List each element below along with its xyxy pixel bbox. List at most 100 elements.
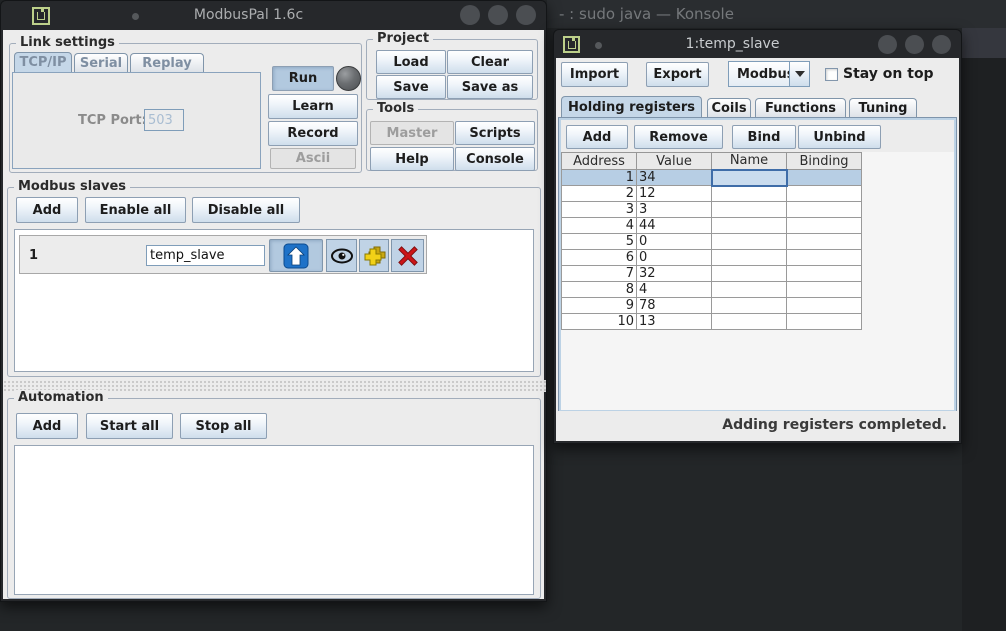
cell-binding[interactable]: [787, 170, 862, 186]
window-icon[interactable]: [32, 7, 50, 25]
cell-name[interactable]: [712, 282, 787, 298]
cell-address[interactable]: 10: [562, 314, 637, 330]
start-all-button[interactable]: Start all: [86, 413, 173, 439]
cell-value[interactable]: 3: [637, 202, 712, 218]
bind-button[interactable]: Bind: [732, 125, 796, 149]
stop-all-button[interactable]: Stop all: [180, 413, 267, 439]
cell-name[interactable]: [712, 234, 787, 250]
cell-binding[interactable]: [787, 186, 862, 202]
cell-address[interactable]: 9: [562, 298, 637, 314]
slave-name-input[interactable]: [146, 245, 265, 266]
table-row[interactable]: 444: [562, 218, 862, 234]
tab-tuning[interactable]: Tuning: [849, 98, 917, 117]
tab-tcpip[interactable]: TCP/IP: [14, 52, 72, 72]
tcp-port-input[interactable]: [144, 109, 184, 131]
konsole-titlebar[interactable]: - : sudo java — Konsole: [547, 0, 1006, 28]
register-remove-button[interactable]: Remove: [634, 125, 723, 149]
unbind-button[interactable]: Unbind: [798, 125, 881, 149]
duplicate-slave-button[interactable]: [359, 239, 389, 272]
cell-binding[interactable]: [787, 218, 862, 234]
delete-slave-button[interactable]: [391, 239, 424, 272]
cell-value[interactable]: 0: [637, 250, 712, 266]
cell-value[interactable]: 13: [637, 314, 712, 330]
console-button[interactable]: Console: [455, 147, 535, 171]
cell-value[interactable]: 44: [637, 218, 712, 234]
cell-binding[interactable]: [787, 202, 862, 218]
maximize-button[interactable]: [905, 35, 924, 54]
cell-address[interactable]: 6: [562, 250, 637, 266]
window-icon[interactable]: [563, 36, 580, 53]
slave-add-button[interactable]: Add: [16, 197, 78, 223]
table-row[interactable]: 60: [562, 250, 862, 266]
import-button[interactable]: Import: [561, 62, 628, 87]
export-button[interactable]: Export: [646, 62, 709, 87]
close-button[interactable]: [516, 5, 536, 25]
record-button[interactable]: Record: [268, 121, 358, 146]
cell-value[interactable]: 78: [637, 298, 712, 314]
slave-titlebar[interactable]: 1:temp_slave: [554, 30, 961, 58]
disable-all-button[interactable]: Disable all: [192, 197, 300, 223]
learn-button[interactable]: Learn: [268, 94, 358, 119]
run-button[interactable]: Run: [272, 66, 334, 91]
col-name[interactable]: Name: [712, 153, 787, 170]
table-row[interactable]: 732: [562, 266, 862, 282]
tab-replay[interactable]: Replay: [130, 53, 204, 72]
help-button[interactable]: Help: [370, 147, 454, 171]
enable-all-button[interactable]: Enable all: [85, 197, 186, 223]
register-add-button[interactable]: Add: [566, 125, 628, 149]
cell-name[interactable]: [712, 266, 787, 282]
table-row[interactable]: 33: [562, 202, 862, 218]
scripts-button[interactable]: Scripts: [455, 121, 535, 145]
stay-visible-button[interactable]: [326, 239, 357, 272]
cell-address[interactable]: 3: [562, 202, 637, 218]
tab-holding-registers[interactable]: Holding registers: [561, 96, 702, 117]
save-button[interactable]: Save: [376, 75, 446, 99]
maximize-button[interactable]: [488, 5, 508, 25]
cell-address[interactable]: 2: [562, 186, 637, 202]
cell-address[interactable]: 4: [562, 218, 637, 234]
cell-binding[interactable]: [787, 266, 862, 282]
cell-address[interactable]: 5: [562, 234, 637, 250]
tab-functions[interactable]: Functions: [755, 98, 846, 117]
cell-value[interactable]: 32: [637, 266, 712, 282]
clear-button[interactable]: Clear: [447, 50, 533, 74]
cell-address[interactable]: 7: [562, 266, 637, 282]
table-row[interactable]: 212: [562, 186, 862, 202]
tab-serial[interactable]: Serial: [74, 53, 128, 72]
cell-binding[interactable]: [787, 234, 862, 250]
minimize-button[interactable]: [878, 35, 897, 54]
cell-address[interactable]: 1: [562, 170, 637, 186]
cell-name[interactable]: [712, 186, 787, 202]
stay-on-top-checkbox[interactable]: [825, 68, 838, 81]
col-address[interactable]: Address: [562, 153, 637, 170]
mode-combobox[interactable]: Modbus: [728, 61, 810, 87]
cell-name[interactable]: [712, 250, 787, 266]
slave-enable-toggle[interactable]: [269, 239, 323, 272]
cell-value[interactable]: 34: [637, 170, 712, 186]
cell-value[interactable]: 0: [637, 234, 712, 250]
table-row[interactable]: 978: [562, 298, 862, 314]
table-row[interactable]: 134: [562, 170, 862, 186]
cell-name[interactable]: [712, 314, 787, 330]
save-as-button[interactable]: Save as: [447, 75, 533, 99]
cell-binding[interactable]: [787, 314, 862, 330]
cell-value[interactable]: 4: [637, 282, 712, 298]
cell-name[interactable]: [712, 218, 787, 234]
cell-binding[interactable]: [787, 282, 862, 298]
cell-name[interactable]: [712, 170, 787, 186]
cell-value[interactable]: 12: [637, 186, 712, 202]
cell-binding[interactable]: [787, 250, 862, 266]
cell-binding[interactable]: [787, 298, 862, 314]
cell-name[interactable]: [712, 202, 787, 218]
col-value[interactable]: Value: [637, 153, 712, 170]
cell-address[interactable]: 8: [562, 282, 637, 298]
cell-name[interactable]: [712, 298, 787, 314]
combobox-arrow-button[interactable]: [789, 61, 810, 87]
minimize-button[interactable]: [460, 5, 480, 25]
table-row[interactable]: 1013: [562, 314, 862, 330]
close-button[interactable]: [932, 35, 951, 54]
table-row[interactable]: 84: [562, 282, 862, 298]
modbuspal-titlebar[interactable]: ModbusPal 1.6c: [1, 1, 546, 30]
load-button[interactable]: Load: [376, 50, 446, 74]
col-binding[interactable]: Binding: [787, 153, 862, 170]
